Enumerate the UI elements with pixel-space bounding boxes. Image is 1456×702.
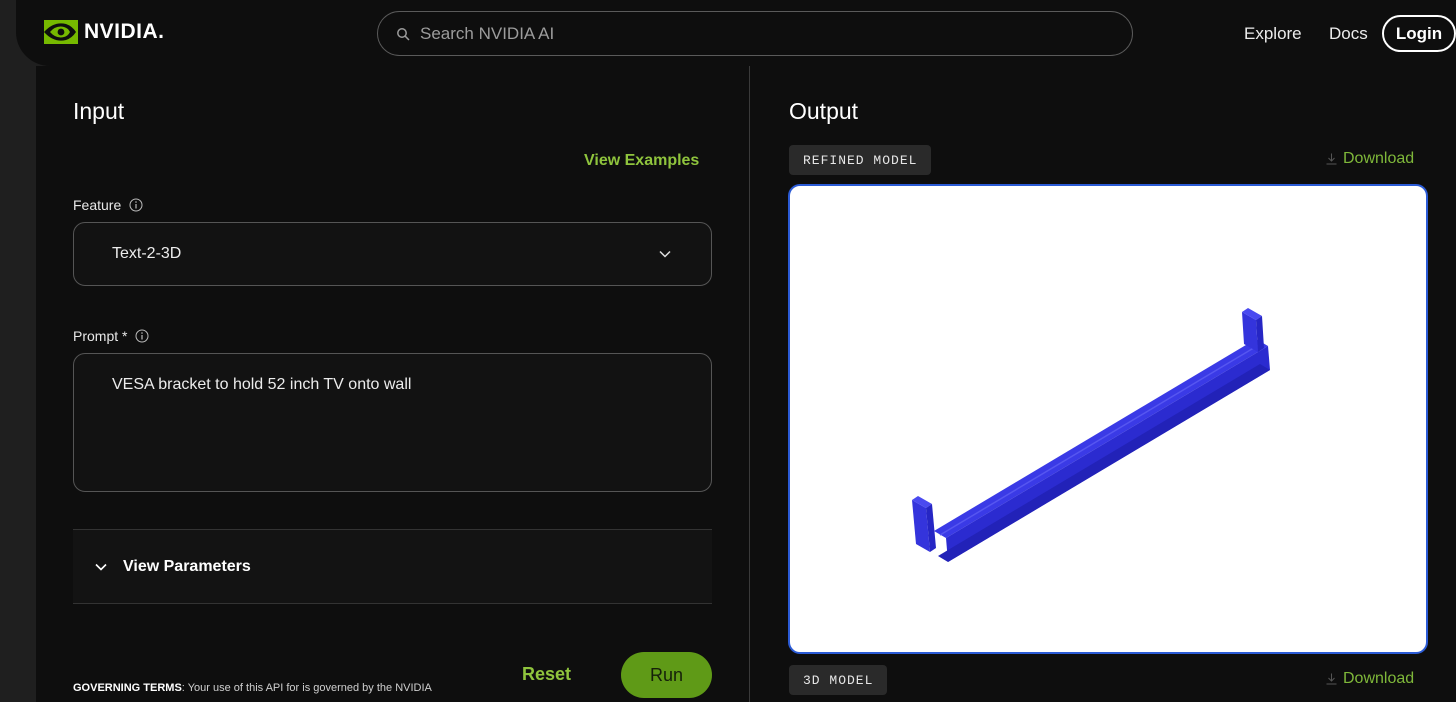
download-label: Download: [1343, 150, 1415, 167]
download-refined-model-link[interactable]: Download: [1326, 150, 1414, 168]
chevron-down-icon: [95, 563, 107, 571]
nav-docs-link[interactable]: Docs: [1329, 24, 1368, 44]
governing-terms-title: GOVERNING TERMS: [73, 682, 182, 694]
nvidia-logo[interactable]: NVIDIA.: [44, 20, 165, 44]
3d-model-viewer[interactable]: [788, 184, 1428, 654]
search-icon: [397, 27, 410, 41]
prompt-label: Prompt *: [73, 328, 149, 344]
3d-bracket-render: [912, 308, 1270, 562]
feature-label-text: Feature: [73, 197, 122, 213]
feature-select-value: Text-2-3D: [112, 245, 182, 262]
top-navigation-bar: NVIDIA. Explore Docs Login: [16, 0, 1456, 66]
info-icon[interactable]: [135, 329, 149, 343]
feature-select[interactable]: Text-2-3D: [73, 222, 712, 286]
panel-divider: [749, 66, 750, 702]
governing-terms-text: : Your use of this API for is governed b…: [181, 682, 432, 694]
nvidia-eye-logo-icon: [44, 20, 78, 44]
view-parameters-label: View Parameters: [123, 557, 251, 575]
prompt-text: VESA bracket to hold 52 inch TV onto wal…: [112, 376, 412, 393]
input-section-title: Input: [73, 98, 125, 124]
refined-model-tag: REFINED MODEL: [789, 145, 932, 175]
download-icon: [1326, 673, 1337, 685]
chevron-down-icon: [659, 250, 671, 258]
prompt-textarea[interactable]: VESA bracket to hold 52 inch TV onto wal…: [73, 353, 712, 492]
info-icon[interactable]: [129, 198, 143, 212]
login-button[interactable]: Login: [1382, 15, 1456, 52]
run-button[interactable]: Run: [621, 652, 712, 698]
reset-button[interactable]: Reset: [522, 664, 571, 685]
brand-name: NVIDIA.: [84, 20, 165, 43]
feature-label: Feature: [73, 197, 143, 213]
prompt-label-text: Prompt *: [73, 328, 128, 344]
view-parameters-toggle[interactable]: View Parameters: [73, 529, 712, 604]
download-label: Download: [1343, 670, 1415, 687]
download-icon: [1326, 153, 1337, 165]
3d-model-tag: 3D MODEL: [789, 665, 888, 695]
download-3d-model-link[interactable]: Download: [1326, 670, 1414, 688]
view-examples-link[interactable]: View Examples: [584, 152, 699, 170]
governing-terms: GOVERNING TERMS: Your use of this API fo…: [73, 680, 473, 696]
search-bar[interactable]: [377, 11, 1133, 56]
output-section-title: Output: [789, 98, 859, 124]
playground-panel: Input View Examples Feature Text-2-3D Pr…: [36, 66, 1456, 702]
search-input[interactable]: [420, 23, 1100, 44]
nav-explore-link[interactable]: Explore: [1244, 24, 1302, 44]
